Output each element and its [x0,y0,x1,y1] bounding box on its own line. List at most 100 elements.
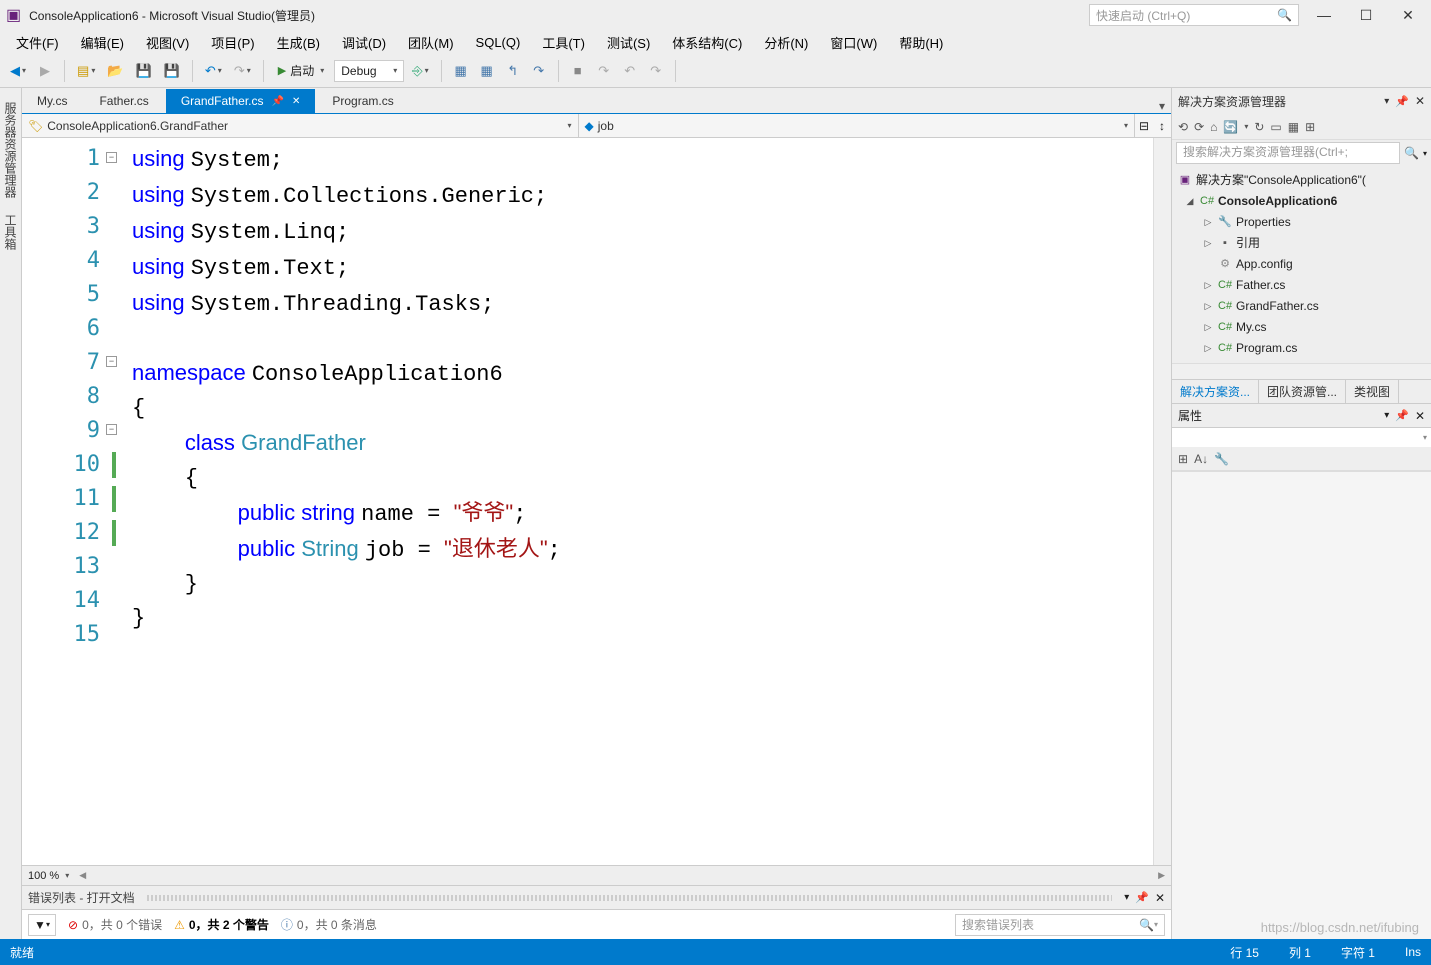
status-col: 列 1 [1289,944,1311,961]
panel-close-icon[interactable]: ✕ [1415,409,1425,423]
tab-dropdown-icon[interactable]: ▾ [1159,99,1165,113]
warnings-filter[interactable]: ⚠0，共 2 个警告 [174,916,269,933]
open-file-button[interactable]: 📂 [103,59,127,83]
nav-forward-button[interactable]: ▶ [34,59,56,83]
tree-node[interactable]: ▷🔧Properties [1174,212,1429,233]
categorize-icon[interactable]: ⊞ [1178,452,1188,466]
document-tab[interactable]: My.cs [22,89,82,113]
toolbox-tab[interactable]: 工具箱 [0,206,21,258]
sync-icon[interactable]: 🔄 [1223,120,1238,134]
alpha-sort-icon[interactable]: A↓ [1194,452,1208,466]
browse-button[interactable]: ⎆▾ [408,59,432,83]
config-dropdown[interactable]: Debug▾ [334,60,404,82]
menu-item[interactable]: SQL(Q) [466,33,531,52]
file-icon: ⚙ [1218,254,1232,275]
uncomment-button[interactable]: ▦ [476,59,498,83]
tree-node[interactable]: ▷C#My.cs [1174,317,1429,338]
solution-search-input[interactable]: 搜索解决方案资源管理器(Ctrl+; [1176,142,1400,164]
panel-dropdown-icon[interactable]: ▾ [1124,892,1129,903]
props-icon[interactable]: ▦ [1288,120,1299,134]
tree-scrollbar[interactable] [1172,363,1431,379]
refresh-icon[interactable]: ↻ [1254,120,1264,134]
menu-item[interactable]: 分析(N) [754,31,818,54]
step-button-2[interactable]: ↶ [619,59,641,83]
undo-button[interactable]: ↶▾ [201,59,226,83]
document-tab[interactable]: Program.cs [317,89,408,113]
tree-node[interactable]: ▷C#Father.cs [1174,275,1429,296]
home-icon[interactable]: ⌂ [1210,120,1217,134]
nav-back-button[interactable]: ◀▾ [6,59,30,83]
code-area[interactable]: using System; using System.Collections.G… [124,138,1153,865]
error-search-input[interactable]: 搜索错误列表 🔍▾ [955,914,1165,936]
step-over-button[interactable]: ↷ [528,59,550,83]
menu-item[interactable]: 调试(D) [332,31,396,54]
tab-class-view[interactable]: 类视图 [1346,380,1399,403]
document-tab[interactable]: Father.cs [84,89,163,113]
document-tab[interactable]: GrandFather.cs📌✕ [166,89,316,113]
menu-item[interactable]: 视图(V) [136,31,199,54]
solution-tree[interactable]: ▣解决方案"ConsoleApplication6"( ◢C#ConsoleAp… [1172,166,1431,363]
close-button[interactable]: ✕ [1391,7,1425,24]
search-icon: 🔍 [1277,8,1292,22]
menu-item[interactable]: 测试(S) [597,31,660,54]
panel-dropdown-icon[interactable]: ▾ [1384,96,1389,107]
step-out-button[interactable]: ↰ [502,59,524,83]
class-icon: 🏷 [28,119,43,133]
zoom-dropdown-icon[interactable]: ▾ [65,871,69,880]
wrench-icon[interactable]: 🔧 [1214,452,1229,466]
zoom-level[interactable]: 100 % [28,870,59,882]
stop-button[interactable]: ■ [567,59,589,83]
menu-item[interactable]: 生成(B) [267,31,330,54]
minimize-button[interactable]: — [1307,7,1341,23]
tree-node[interactable]: ⚙App.config [1174,254,1429,275]
pin-icon[interactable]: 📌 [1395,95,1409,108]
server-explorer-tab[interactable]: 服务器资源管理器 [0,94,21,206]
pin-icon[interactable]: 📌 [1135,891,1149,904]
collapse-all-icon[interactable]: ▭ [1270,120,1281,134]
maximize-button[interactable]: ☐ [1349,7,1383,24]
redo-button[interactable]: ↷▾ [230,59,255,83]
menu-item[interactable]: 窗口(W) [820,31,887,54]
save-all-button[interactable]: 💾 [160,59,184,83]
menu-item[interactable]: 项目(P) [201,31,264,54]
title-bar: ▣ ConsoleApplication6 - Microsoft Visual… [0,0,1431,30]
step-button-1[interactable]: ↷ [593,59,615,83]
comment-button[interactable]: ▦ [450,59,472,83]
start-debug-button[interactable]: ▶启动▾ [272,59,331,83]
messages-filter[interactable]: ⓘ0，共 0 条消息 [281,916,377,933]
left-sidebar-tabs: 服务器资源管理器 工具箱 [0,88,22,939]
forward-icon[interactable]: ⟳ [1194,120,1204,134]
menu-item[interactable]: 团队(M) [398,31,464,54]
save-button[interactable]: 💾 [132,59,156,83]
tab-team-explorer[interactable]: 团队资源管... [1259,380,1346,403]
file-icon: C# [1218,317,1232,338]
menu-item[interactable]: 帮助(H) [889,31,953,54]
quick-launch-input[interactable]: 快速启动 (Ctrl+Q)🔍 [1089,4,1299,26]
pin-icon[interactable]: 📌 [1395,409,1409,422]
type-dropdown[interactable]: 🏷 ConsoleApplication6.GrandFather▾ [22,114,579,137]
errors-filter[interactable]: ⊘0，共 0 个错误 [68,916,162,933]
back-icon[interactable]: ⟲ [1178,120,1188,134]
panel-dropdown-icon[interactable]: ▾ [1384,410,1389,421]
panel-close-icon[interactable]: ✕ [1155,891,1165,905]
member-dropdown[interactable]: ◆ job▾ [579,114,1136,137]
menu-item[interactable]: 文件(F) [6,31,69,54]
split-icon[interactable]: ⊟ [1135,114,1153,137]
filter-button[interactable]: ▼▾ [28,914,56,936]
show-all-icon[interactable]: ⊞ [1305,120,1315,134]
toolbar: ◀▾ ▶ ▤▾ 📂 💾 💾 ↶▾ ↷▾ ▶启动▾ Debug▾ ⎆▾ ▦ ▦ ↰… [0,54,1431,88]
vertical-scrollbar[interactable] [1153,138,1171,865]
solution-toolbar: ⟲ ⟳ ⌂ 🔄 ▾ ↻ ▭ ▦ ⊞ [1172,114,1431,140]
menu-item[interactable]: 体系结构(C) [662,31,752,54]
code-editor[interactable]: 123456789101112131415 −−− using System; … [22,138,1171,865]
tree-node[interactable]: ▷C#Program.cs [1174,338,1429,359]
panel-close-icon[interactable]: ✕ [1415,94,1425,108]
menu-item[interactable]: 工具(T) [532,31,595,54]
tab-solution-explorer[interactable]: 解决方案资... [1172,380,1259,403]
tree-node[interactable]: ▷C#GrandFather.cs [1174,296,1429,317]
step-button-3[interactable]: ↷ [645,59,667,83]
tree-node[interactable]: ▷▪引用 [1174,233,1429,254]
new-project-button[interactable]: ▤▾ [73,59,99,83]
menu-item[interactable]: 编辑(E) [71,31,134,54]
swap-icon[interactable]: ↕ [1153,114,1171,137]
